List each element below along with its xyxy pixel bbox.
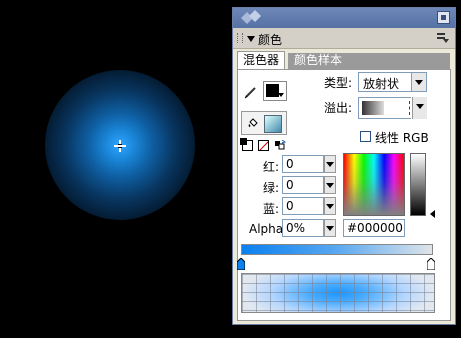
- overflow-gradient-preview: [362, 101, 384, 115]
- tab-swatches[interactable]: 颜色样本: [288, 53, 450, 69]
- linear-rgb-label: 线性 RGB: [375, 131, 429, 145]
- color-spectrum[interactable]: [343, 153, 405, 216]
- hex-input[interactable]: #000000: [343, 219, 405, 237]
- chevron-down-icon: [278, 93, 284, 97]
- overflow-label: 溢出:: [324, 101, 353, 115]
- preview-grid: [242, 274, 434, 312]
- red-input[interactable]: 0: [282, 155, 324, 173]
- crosshair-cursor-icon: [114, 140, 126, 152]
- overflow-select[interactable]: [358, 97, 427, 119]
- type-select[interactable]: 放射状: [358, 72, 427, 92]
- alpha-input[interactable]: 0%: [282, 219, 324, 237]
- blue-label: 蓝:: [263, 202, 280, 216]
- alpha-spinner[interactable]: [324, 219, 336, 237]
- color-tools-row: [240, 138, 294, 152]
- gradient-definition-bar[interactable]: [241, 244, 433, 255]
- paint-bucket-icon: [248, 118, 258, 127]
- gradient-preview: [241, 273, 435, 313]
- chevron-down-icon: [412, 97, 427, 119]
- overflow-marker: [409, 101, 410, 115]
- default-colors-icon[interactable]: [240, 138, 253, 151]
- gradient-stop-right[interactable]: [427, 258, 435, 270]
- panel-menu-icon[interactable]: [437, 33, 449, 43]
- brightness-slider[interactable]: [410, 153, 426, 216]
- stroke-color-swatch[interactable]: [263, 81, 287, 101]
- panel-titlebar[interactable]: [233, 8, 455, 28]
- grip-handle[interactable]: [237, 33, 243, 43]
- collapse-arrow-icon[interactable]: [247, 36, 255, 42]
- panel-tabs: 混色器 颜色样本: [233, 51, 455, 69]
- panel-logo-icon: [241, 10, 261, 24]
- blue-input[interactable]: 0: [282, 197, 324, 215]
- fill-color-button[interactable]: [241, 111, 287, 135]
- green-label: 绿:: [263, 181, 280, 195]
- fill-color-swatch: [264, 115, 282, 133]
- red-spinner[interactable]: [324, 155, 336, 173]
- panel-header[interactable]: 颜色: [233, 28, 455, 49]
- brightness-handle[interactable]: [430, 210, 435, 218]
- linear-rgb-checkbox[interactable]: [360, 131, 371, 142]
- type-select-value: 放射状: [363, 77, 400, 91]
- swap-colors-icon[interactable]: [274, 140, 286, 150]
- tab-mixer[interactable]: 混色器: [237, 51, 285, 69]
- panel-close-button[interactable]: [437, 11, 450, 24]
- chevron-down-icon: [411, 73, 426, 91]
- gradient-stop-left[interactable]: [237, 258, 245, 270]
- green-spinner[interactable]: [324, 176, 336, 194]
- type-label: 类型:: [324, 76, 353, 90]
- panel-title: 颜色: [258, 33, 283, 47]
- color-panel: 颜色 混色器 颜色样本 类型: 放射状 溢出: 线性 RGB 红: 0 绿: 0…: [232, 7, 456, 325]
- red-label: 红:: [263, 160, 280, 174]
- no-color-icon[interactable]: [258, 140, 269, 151]
- pencil-icon: [244, 87, 256, 99]
- green-input[interactable]: 0: [282, 176, 324, 194]
- blue-spinner[interactable]: [324, 197, 336, 215]
